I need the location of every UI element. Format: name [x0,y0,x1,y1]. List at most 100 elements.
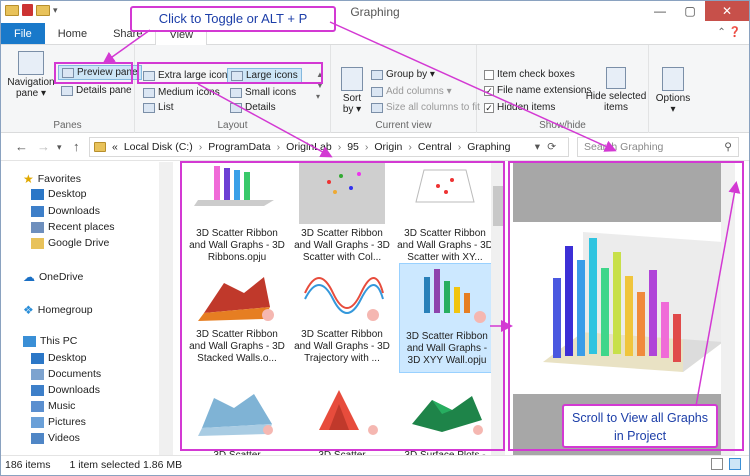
scroll-callout: Scroll to View all Graphs in Project [562,404,718,448]
homegroup-icon: ❖ [23,303,34,317]
nav-pc-documents[interactable]: Documents [31,368,101,380]
address-dropdown-icon[interactable]: ▾ [535,141,540,153]
list-icon [143,102,155,113]
breadcrumb-item[interactable]: Origin [374,141,402,153]
forward-arrow-icon[interactable]: → [37,139,50,154]
breadcrumb-item[interactable]: OriginLab [286,141,332,153]
small-icons-icon [230,87,242,98]
minimize-button[interactable]: — [645,1,675,21]
refresh-icon[interactable]: ⟳ [547,141,556,153]
window-title: Graphing [350,5,400,19]
navigation-pane-button[interactable]: Navigation pane ▾ [7,51,55,99]
breadcrumb-item[interactable]: ProgramData [208,141,270,153]
current-view-group-label: Current view [375,120,432,131]
breadcrumb-separator-icon[interactable]: › [365,141,369,153]
close-button[interactable]: ✕ [705,1,749,21]
nav-pc-desktop[interactable]: Desktop [31,352,87,364]
layout-highlight [137,62,323,84]
options-button[interactable]: Options ▾ [653,67,693,115]
nav-pc-videos[interactable]: Videos [31,432,80,444]
sort-by-button[interactable]: Sort by ▾ [337,67,367,115]
tab-file[interactable]: File [1,23,45,44]
tab-home[interactable]: Home [45,23,100,44]
ribbon-view: Navigation pane ▾ Preview pane Details p… [1,45,749,133]
sort-by-icon [341,67,363,91]
nav-pc-downloads[interactable]: Downloads [31,384,100,396]
star-icon: ★ [23,172,34,186]
hide-selected-items-button[interactable]: Hide selected items [585,67,647,113]
google-drive-icon [31,237,44,249]
layout-details[interactable]: Details [230,102,276,113]
details-icon [230,102,242,113]
up-arrow-icon[interactable]: ↑ [73,139,80,154]
preview-pane-highlight [54,62,133,84]
layout-small-icons[interactable]: Small icons [230,87,296,98]
show-hide-group: Item check boxes ✓ File name extensions ✓… [477,45,649,133]
ribbon-help-icon[interactable]: ⌃ ❓ [717,27,741,38]
item-check-boxes-toggle[interactable]: Item check boxes [484,69,575,80]
breadcrumb-item[interactable]: Central [418,141,452,153]
documents-icon [31,368,44,380]
breadcrumb-separator-icon[interactable]: › [408,141,412,153]
maximize-button[interactable]: ▢ [675,1,705,21]
search-input[interactable]: Search Graphing ⚲ [577,137,739,157]
breadcrumb-overflow[interactable]: « [112,141,118,153]
add-columns-button[interactable]: Add columns ▾ [371,86,452,97]
layout-medium-icons[interactable]: Medium icons [143,87,220,98]
status-bar: 186 items 1 item selected 1.86 MB [1,455,749,475]
checkbox-checked[interactable]: ✓ [484,102,494,113]
nav-this-pc[interactable]: This PC [23,335,77,347]
address-bar[interactable]: « Local Disk (C:) › ProgramData › OriginLa… [89,137,569,157]
search-icon[interactable]: ⚲ [724,138,732,156]
ribbon-tabs: File Home Share View [1,23,749,46]
options-icon [662,67,684,91]
folder-icon [94,142,106,152]
large-icons-view-icon[interactable] [729,458,741,470]
breadcrumb-separator-icon[interactable]: › [338,141,342,153]
details-pane-button[interactable]: Details pane [61,85,132,96]
layout-list[interactable]: List [143,102,174,113]
breadcrumb-item[interactable]: Graphing [467,141,510,153]
selection-info: 1 item selected 1.86 MB [69,459,183,471]
checkbox-unchecked[interactable] [484,69,494,80]
hidden-items-toggle[interactable]: ✓ Hidden items [484,102,555,113]
details-pane-icon [61,85,73,96]
desktop-icon [31,188,44,200]
panes-group: Navigation pane ▾ Preview pane Details p… [1,45,142,133]
nav-pc-pictures[interactable]: Pictures [31,416,86,428]
layout-group-label: Layout [217,120,248,131]
breadcrumb-separator-icon[interactable]: › [199,141,203,153]
breadcrumb-separator-icon[interactable]: › [458,141,462,153]
nav-fav-google-drive[interactable]: Google Drive [31,237,109,249]
hide-selected-icon [606,67,626,89]
nav-onedrive[interactable]: ☁ OneDrive [23,270,83,284]
details-view-icon[interactable] [711,458,723,470]
file-name-extensions-toggle[interactable]: ✓ File name extensions [484,85,592,96]
breadcrumb-item[interactable]: 95 [347,141,359,153]
breadcrumb-item[interactable]: Local Disk (C:) [124,141,193,153]
nav-homegroup[interactable]: ❖ Homegroup [23,303,93,317]
address-bar-row: ← → ▾ ↑ « Local Disk (C:) › ProgramData › … [1,133,749,161]
show-hide-group-label: Show/hide [539,120,586,131]
group-by-icon [371,69,383,80]
nav-pc-music[interactable]: Music [31,400,75,412]
downloads-icon [31,384,44,396]
breadcrumb-separator-icon[interactable]: › [277,141,281,153]
checkbox-checked[interactable]: ✓ [484,85,494,96]
nav-fav-desktop[interactable]: Desktop [31,188,87,200]
recent-places-icon [31,221,44,233]
title-bar: ▾ Graphing — ▢ ✕ [1,1,749,23]
nav-favorites[interactable]: ★ Favorites [23,172,81,186]
file-list-highlight [180,161,505,451]
group-by-button[interactable]: Group by ▾ [371,69,435,80]
navigation-pane-icon [18,51,44,75]
nav-fav-downloads[interactable]: Downloads [31,205,100,217]
cloud-icon: ☁ [23,270,35,284]
nav-fav-recent-places[interactable]: Recent places [31,221,115,233]
back-arrow-icon[interactable]: ← [15,139,28,154]
recent-locations-icon[interactable]: ▾ [57,142,62,153]
current-view-group: Sort by ▾ Group by ▾ Add columns ▾ Size … [331,45,480,133]
medium-icons-icon [143,87,155,98]
nav-pane-scrollbar[interactable] [159,162,173,455]
size-columns-button[interactable]: Size all columns to fit [371,102,480,113]
